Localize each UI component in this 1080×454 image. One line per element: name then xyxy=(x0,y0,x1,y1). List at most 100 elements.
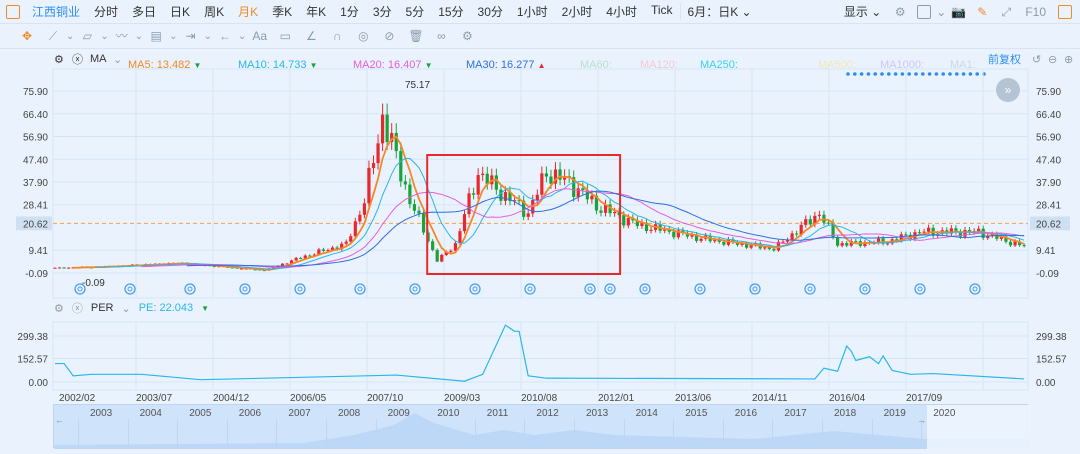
candle[interactable] xyxy=(153,263,157,265)
candle[interactable] xyxy=(908,234,912,240)
event-dot[interactable] xyxy=(900,72,905,76)
candle[interactable] xyxy=(963,229,967,237)
event-dot[interactable] xyxy=(853,72,857,76)
layout-icon[interactable] xyxy=(917,4,932,19)
panel-toggle-icon[interactable] xyxy=(1058,4,1072,19)
candle[interactable] xyxy=(412,204,417,211)
event-dot[interactable] xyxy=(961,72,966,76)
candle[interactable] xyxy=(722,241,726,245)
period-tab[interactable]: 1小时 xyxy=(510,3,555,20)
candle[interactable] xyxy=(895,239,899,241)
event-marker-icon[interactable] xyxy=(184,283,196,295)
event-dot[interactable] xyxy=(914,72,918,76)
candle[interactable] xyxy=(358,214,362,222)
candle[interactable] xyxy=(262,270,266,272)
candle[interactable] xyxy=(936,233,940,236)
candle[interactable] xyxy=(544,173,548,177)
candle[interactable] xyxy=(481,173,485,176)
candle[interactable] xyxy=(890,239,894,244)
navigator-right-handle[interactable]: → xyxy=(917,415,926,425)
candle[interactable] xyxy=(972,231,976,233)
candle[interactable] xyxy=(303,255,307,259)
candle[interactable] xyxy=(308,255,312,257)
display-dropdown[interactable]: 显示 ⌄ xyxy=(837,3,888,20)
candle[interactable] xyxy=(1013,241,1017,246)
candle[interactable] xyxy=(112,266,116,268)
chevron-down-icon[interactable]: ⌄ xyxy=(169,31,177,42)
candle[interactable] xyxy=(831,222,835,238)
candle[interactable] xyxy=(512,200,517,202)
candle[interactable] xyxy=(863,242,867,246)
candle[interactable] xyxy=(922,231,926,233)
candle[interactable] xyxy=(76,267,80,269)
candle[interactable] xyxy=(431,241,435,250)
candle[interactable] xyxy=(67,267,71,269)
candle[interactable] xyxy=(1022,245,1026,247)
candle[interactable] xyxy=(1004,236,1008,242)
candle[interactable] xyxy=(977,228,981,232)
per-settings-icon[interactable]: ⚙ xyxy=(54,302,64,315)
candle[interactable] xyxy=(85,266,89,268)
event-dot[interactable] xyxy=(941,72,945,76)
candle[interactable] xyxy=(449,250,453,252)
candle[interactable] xyxy=(349,236,353,242)
lock-icon[interactable]: ◎ xyxy=(356,29,370,43)
channel-icon[interactable]: ▱ xyxy=(80,29,94,43)
candle[interactable] xyxy=(899,234,903,241)
candle[interactable] xyxy=(540,173,544,195)
period-tab[interactable]: 2小时 xyxy=(555,3,600,20)
candle[interactable] xyxy=(253,269,257,271)
candle[interactable] xyxy=(958,232,963,237)
candle[interactable] xyxy=(494,175,498,190)
pencil-icon[interactable]: ✎ xyxy=(975,5,989,19)
candle[interactable] xyxy=(654,224,658,230)
event-dot[interactable] xyxy=(982,72,986,76)
candle[interactable] xyxy=(62,267,66,269)
event-dot[interactable] xyxy=(873,72,877,76)
candle[interactable] xyxy=(217,266,221,268)
candle[interactable] xyxy=(408,184,412,205)
event-dot[interactable] xyxy=(866,72,871,76)
expand-button[interactable]: » xyxy=(996,78,1020,102)
text-icon[interactable]: Aa xyxy=(252,29,267,43)
angle-icon[interactable]: ∠ xyxy=(304,29,318,43)
event-marker-icon[interactable] xyxy=(74,283,86,295)
candle[interactable] xyxy=(135,264,139,266)
candle[interactable] xyxy=(362,203,366,215)
candle[interactable] xyxy=(608,204,612,214)
candle[interactable] xyxy=(353,221,357,237)
fullscreen-icon[interactable]: ⤢ xyxy=(999,5,1013,19)
candle[interactable] xyxy=(776,241,781,251)
candle[interactable] xyxy=(421,213,426,233)
ma-indicator-name[interactable]: MA xyxy=(90,53,107,65)
candle[interactable] xyxy=(995,234,999,239)
candle[interactable] xyxy=(189,264,194,266)
candle[interactable] xyxy=(139,265,144,267)
event-marker-icon[interactable] xyxy=(914,283,926,295)
candle[interactable] xyxy=(340,243,344,250)
candle[interactable] xyxy=(558,169,562,180)
event-marker-icon[interactable] xyxy=(294,283,306,295)
candle[interactable] xyxy=(799,224,803,235)
candle[interactable] xyxy=(685,232,690,237)
candle[interactable] xyxy=(767,247,771,249)
event-dot[interactable] xyxy=(893,72,898,76)
candle[interactable] xyxy=(271,267,275,269)
candle[interactable] xyxy=(98,266,103,268)
candle[interactable] xyxy=(57,267,62,269)
candle[interactable] xyxy=(212,265,216,267)
event-dot[interactable] xyxy=(975,72,979,76)
candle[interactable] xyxy=(221,266,225,268)
candle[interactable] xyxy=(603,204,608,213)
fib-icon[interactable]: ▤ xyxy=(149,29,163,43)
candle[interactable] xyxy=(813,215,817,225)
candle[interactable] xyxy=(563,176,567,180)
period-tab[interactable]: 多日 xyxy=(125,3,163,20)
period-tab[interactable]: 月K xyxy=(231,3,265,20)
period-tab[interactable]: 季K xyxy=(265,3,299,20)
candle[interactable] xyxy=(180,262,184,264)
period-tab[interactable]: 4小时 xyxy=(599,3,644,20)
candle[interactable] xyxy=(203,265,207,267)
ma-close-icon[interactable]: ⓧ xyxy=(72,51,83,67)
candle[interactable] xyxy=(717,239,721,242)
